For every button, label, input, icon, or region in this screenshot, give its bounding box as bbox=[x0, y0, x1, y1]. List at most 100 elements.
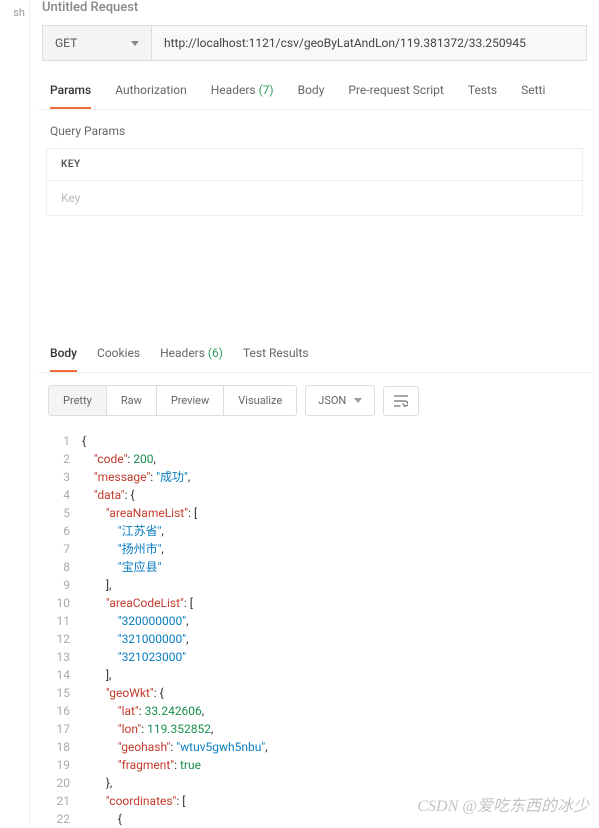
code-content: "lat": 33.242606, bbox=[82, 702, 204, 720]
code-content: "geohash": "wtuv5gwh5nbu", bbox=[82, 738, 268, 756]
code-line: 10 "areaCodeList": [ bbox=[46, 594, 591, 612]
line-number: 14 bbox=[46, 666, 82, 684]
key-input[interactable]: Key bbox=[46, 181, 583, 216]
code-line: 17 "lon": 119.352852, bbox=[46, 720, 591, 738]
code-content: "areaCodeList": [ bbox=[82, 594, 193, 612]
request-tabs: Params Authorization Headers (7) Body Pr… bbox=[38, 75, 591, 110]
blank-area bbox=[38, 216, 591, 336]
code-line: 9 ], bbox=[46, 576, 591, 594]
method-value: GET bbox=[55, 36, 77, 50]
tab-body[interactable]: Body bbox=[298, 75, 325, 109]
line-number: 4 bbox=[46, 486, 82, 504]
code-line: 19 "fragment": true bbox=[46, 756, 591, 774]
response-toolbar: Pretty Raw Preview Visualize JSON bbox=[38, 373, 591, 428]
line-number: 6 bbox=[46, 522, 82, 540]
code-line: 5 "areaNameList": [ bbox=[46, 504, 591, 522]
resp-tab-cookies[interactable]: Cookies bbox=[97, 336, 140, 372]
resp-tab-headers[interactable]: Headers (6) bbox=[160, 336, 223, 372]
line-number: 16 bbox=[46, 702, 82, 720]
code-content: ], bbox=[82, 576, 111, 594]
line-number: 20 bbox=[46, 774, 82, 792]
code-line: 13 "321023000" bbox=[46, 648, 591, 666]
response-tabs: Body Cookies Headers (6) Test Results bbox=[38, 336, 591, 373]
code-line: 18 "geohash": "wtuv5gwh5nbu", bbox=[46, 738, 591, 756]
code-line: 11 "320000000", bbox=[46, 612, 591, 630]
pretty-button[interactable]: Pretty bbox=[49, 386, 107, 415]
code-line: 12 "321000000", bbox=[46, 630, 591, 648]
line-number: 13 bbox=[46, 648, 82, 666]
chevron-down-icon bbox=[354, 398, 362, 403]
code-content: "geoWkt": { bbox=[82, 684, 164, 702]
code-line: 3 "message": "成功", bbox=[46, 468, 591, 486]
key-column-header: KEY bbox=[46, 148, 583, 181]
view-mode-group: Pretty Raw Preview Visualize bbox=[48, 385, 297, 416]
line-number: 5 bbox=[46, 504, 82, 522]
code-line: 16 "lat": 33.242606, bbox=[46, 702, 591, 720]
visualize-button[interactable]: Visualize bbox=[224, 386, 296, 415]
tab-prerequest[interactable]: Pre-request Script bbox=[348, 75, 443, 109]
watermark: CSDN @爱吃东西的冰少 bbox=[417, 792, 589, 816]
code-line: 8 "宝应县" bbox=[46, 558, 591, 576]
tab-headers[interactable]: Headers (7) bbox=[211, 75, 274, 109]
line-number: 22 bbox=[46, 810, 82, 828]
code-content: "321023000" bbox=[82, 648, 186, 666]
code-line: 4 "data": { bbox=[46, 486, 591, 504]
code-line: 7 "扬州市", bbox=[46, 540, 591, 558]
format-value: JSON bbox=[318, 394, 346, 407]
url-row: GET http://localhost:1121/csv/geoByLatAn… bbox=[42, 25, 587, 61]
preview-button[interactable]: Preview bbox=[157, 386, 224, 415]
wrap-lines-icon[interactable] bbox=[383, 386, 419, 416]
code-content: "321000000", bbox=[82, 630, 188, 648]
line-number: 2 bbox=[46, 450, 82, 468]
response-code[interactable]: 1{2 "code": 200,3 "message": "成功",4 "dat… bbox=[38, 428, 591, 828]
code-line: 20 }, bbox=[46, 774, 591, 792]
code-line: 6 "江苏省", bbox=[46, 522, 591, 540]
tab-params[interactable]: Params bbox=[50, 75, 91, 109]
raw-button[interactable]: Raw bbox=[107, 386, 157, 415]
line-number: 1 bbox=[46, 432, 82, 450]
resp-tab-testresults[interactable]: Test Results bbox=[243, 336, 309, 372]
left-label: sh bbox=[0, 0, 29, 25]
line-number: 19 bbox=[46, 756, 82, 774]
code-line: 1{ bbox=[46, 432, 591, 450]
code-content: { bbox=[82, 810, 122, 828]
url-input[interactable]: http://localhost:1121/csv/geoByLatAndLon… bbox=[152, 25, 587, 61]
line-number: 8 bbox=[46, 558, 82, 576]
resp-tab-body[interactable]: Body bbox=[50, 336, 77, 372]
query-params-label: Query Params bbox=[38, 110, 591, 148]
code-content: "message": "成功", bbox=[82, 468, 190, 486]
tab-authorization[interactable]: Authorization bbox=[115, 75, 187, 109]
line-number: 10 bbox=[46, 594, 82, 612]
code-content: { bbox=[82, 432, 86, 450]
code-line: 14 ], bbox=[46, 666, 591, 684]
code-content: }, bbox=[82, 774, 112, 792]
method-select[interactable]: GET bbox=[42, 25, 152, 61]
code-line: 2 "code": 200, bbox=[46, 450, 591, 468]
chevron-down-icon bbox=[131, 41, 139, 46]
code-content: "fragment": true bbox=[82, 756, 201, 774]
code-content: "江苏省", bbox=[82, 522, 164, 540]
line-number: 3 bbox=[46, 468, 82, 486]
line-number: 18 bbox=[46, 738, 82, 756]
code-content: ], bbox=[82, 666, 111, 684]
line-number: 21 bbox=[46, 792, 82, 810]
tab-settings[interactable]: Setti bbox=[521, 75, 545, 109]
format-select[interactable]: JSON bbox=[305, 385, 375, 416]
line-number: 9 bbox=[46, 576, 82, 594]
tab-tests[interactable]: Tests bbox=[468, 75, 497, 109]
code-content: "lon": 119.352852, bbox=[82, 720, 213, 738]
left-sidebar: sh bbox=[0, 0, 30, 824]
code-content: "宝应县" bbox=[82, 558, 161, 576]
line-number: 17 bbox=[46, 720, 82, 738]
code-line: 15 "geoWkt": { bbox=[46, 684, 591, 702]
line-number: 7 bbox=[46, 540, 82, 558]
line-number: 15 bbox=[46, 684, 82, 702]
code-content: "coordinates": [ bbox=[82, 792, 185, 810]
code-content: "扬州市", bbox=[82, 540, 164, 558]
request-title: Untitled Request bbox=[38, 0, 591, 25]
line-number: 11 bbox=[46, 612, 82, 630]
code-content: "code": 200, bbox=[82, 450, 156, 468]
code-content: "320000000", bbox=[82, 612, 188, 630]
code-content: "data": { bbox=[82, 486, 135, 504]
code-content: "areaNameList": [ bbox=[82, 504, 197, 522]
